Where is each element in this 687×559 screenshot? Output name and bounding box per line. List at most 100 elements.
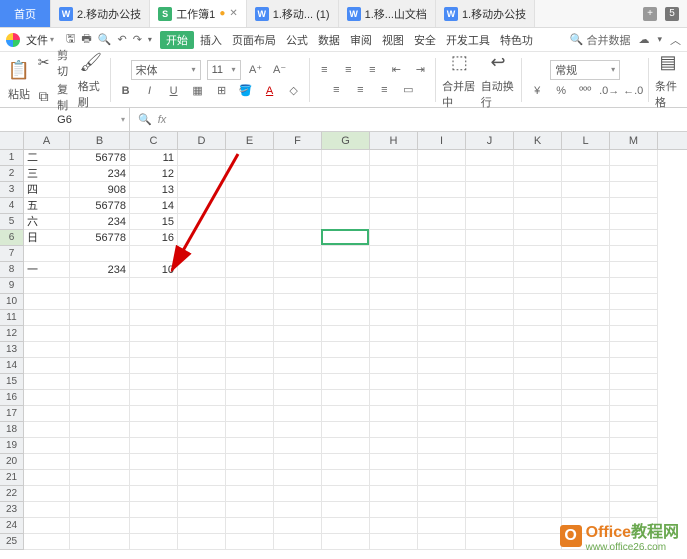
cell[interactable]	[274, 502, 322, 518]
cell[interactable]	[226, 342, 274, 358]
cell[interactable]: 908	[70, 182, 130, 198]
cell[interactable]	[562, 454, 610, 470]
cell[interactable]	[70, 326, 130, 342]
cell[interactable]	[274, 326, 322, 342]
row-header[interactable]: 11	[0, 310, 24, 326]
cell[interactable]	[274, 230, 322, 246]
cell[interactable]	[274, 182, 322, 198]
cell[interactable]	[70, 342, 130, 358]
cell[interactable]	[70, 486, 130, 502]
cell[interactable]	[610, 438, 658, 454]
cell[interactable]	[418, 438, 466, 454]
ribtab-insert[interactable]: 插入	[196, 32, 226, 48]
cell[interactable]	[322, 310, 370, 326]
row-header[interactable]: 20	[0, 454, 24, 470]
cell[interactable]: 13	[130, 182, 178, 198]
cell[interactable]: 六	[24, 214, 70, 230]
cell[interactable]	[418, 198, 466, 214]
file-menu[interactable]: 文件▾	[22, 32, 58, 48]
cell[interactable]	[70, 454, 130, 470]
col-header[interactable]: I	[418, 132, 466, 149]
cell[interactable]	[610, 486, 658, 502]
cell[interactable]	[514, 422, 562, 438]
cell[interactable]: 234	[70, 262, 130, 278]
row-header[interactable]: 7	[0, 246, 24, 262]
cell[interactable]	[274, 246, 322, 262]
comma-icon[interactable]: ººº	[576, 82, 594, 100]
row-header[interactable]: 24	[0, 518, 24, 534]
cell[interactable]	[130, 502, 178, 518]
cell[interactable]	[226, 278, 274, 294]
cell[interactable]	[226, 166, 274, 182]
cell[interactable]: 15	[130, 214, 178, 230]
cell[interactable]	[322, 198, 370, 214]
clear-format-icon[interactable]: ◇	[285, 82, 303, 100]
cell[interactable]	[178, 438, 226, 454]
print-icon[interactable]: 🖶	[81, 30, 91, 49]
cell[interactable]	[274, 374, 322, 390]
cell[interactable]	[226, 310, 274, 326]
cell[interactable]	[418, 358, 466, 374]
cell[interactable]	[130, 454, 178, 470]
ribtab-security[interactable]: 安全	[410, 32, 440, 48]
row-header[interactable]: 9	[0, 278, 24, 294]
caret-icon[interactable]: ▾	[657, 34, 662, 45]
cell[interactable]	[178, 342, 226, 358]
cell[interactable]	[466, 246, 514, 262]
cell[interactable]	[70, 374, 130, 390]
select-all-corner[interactable]	[0, 132, 24, 149]
col-header[interactable]: D	[178, 132, 226, 149]
fill-color-icon[interactable]: 🪣	[237, 82, 255, 100]
cell[interactable]	[226, 470, 274, 486]
redo-icon[interactable]: ↷	[133, 33, 142, 46]
tab-doc-2[interactable]: W 1.移动... (1)	[247, 0, 339, 27]
cell[interactable]	[130, 246, 178, 262]
cell[interactable]	[514, 150, 562, 166]
cell[interactable]	[130, 534, 178, 550]
cell[interactable]	[370, 454, 418, 470]
cut-label[interactable]: 剪切	[57, 47, 74, 79]
cell[interactable]	[24, 390, 70, 406]
cell[interactable]	[226, 390, 274, 406]
cell[interactable]	[130, 518, 178, 534]
cell[interactable]	[70, 438, 130, 454]
cell[interactable]	[226, 294, 274, 310]
cell[interactable]	[514, 310, 562, 326]
cell[interactable]	[514, 390, 562, 406]
cell[interactable]	[322, 422, 370, 438]
cell[interactable]	[322, 214, 370, 230]
row-header[interactable]: 21	[0, 470, 24, 486]
cell[interactable]	[178, 534, 226, 550]
cell[interactable]	[466, 502, 514, 518]
qat-dropdown-icon[interactable]: ▾	[148, 35, 152, 44]
cell[interactable]: 12	[130, 166, 178, 182]
cell[interactable]	[274, 454, 322, 470]
cell[interactable]	[418, 454, 466, 470]
cell[interactable]	[418, 278, 466, 294]
cell[interactable]	[130, 470, 178, 486]
cell[interactable]	[514, 166, 562, 182]
fx-icon[interactable]: fx	[158, 114, 167, 126]
cell[interactable]	[178, 246, 226, 262]
cell[interactable]	[226, 246, 274, 262]
cell[interactable]	[130, 278, 178, 294]
cell[interactable]	[370, 150, 418, 166]
cell[interactable]	[562, 502, 610, 518]
cell[interactable]	[274, 342, 322, 358]
cell[interactable]	[70, 470, 130, 486]
cell[interactable]	[130, 438, 178, 454]
cell[interactable]	[562, 326, 610, 342]
cell[interactable]	[418, 390, 466, 406]
row-header[interactable]: 13	[0, 342, 24, 358]
row-header[interactable]: 1	[0, 150, 24, 166]
cell[interactable]	[322, 406, 370, 422]
cell[interactable]	[562, 246, 610, 262]
cell[interactable]	[562, 278, 610, 294]
cell[interactable]	[370, 294, 418, 310]
cell[interactable]	[274, 262, 322, 278]
cell[interactable]	[226, 486, 274, 502]
cell[interactable]	[610, 294, 658, 310]
cell[interactable]	[70, 534, 130, 550]
cell[interactable]: 14	[130, 198, 178, 214]
inc-decimal-icon[interactable]: .0→	[600, 82, 618, 100]
